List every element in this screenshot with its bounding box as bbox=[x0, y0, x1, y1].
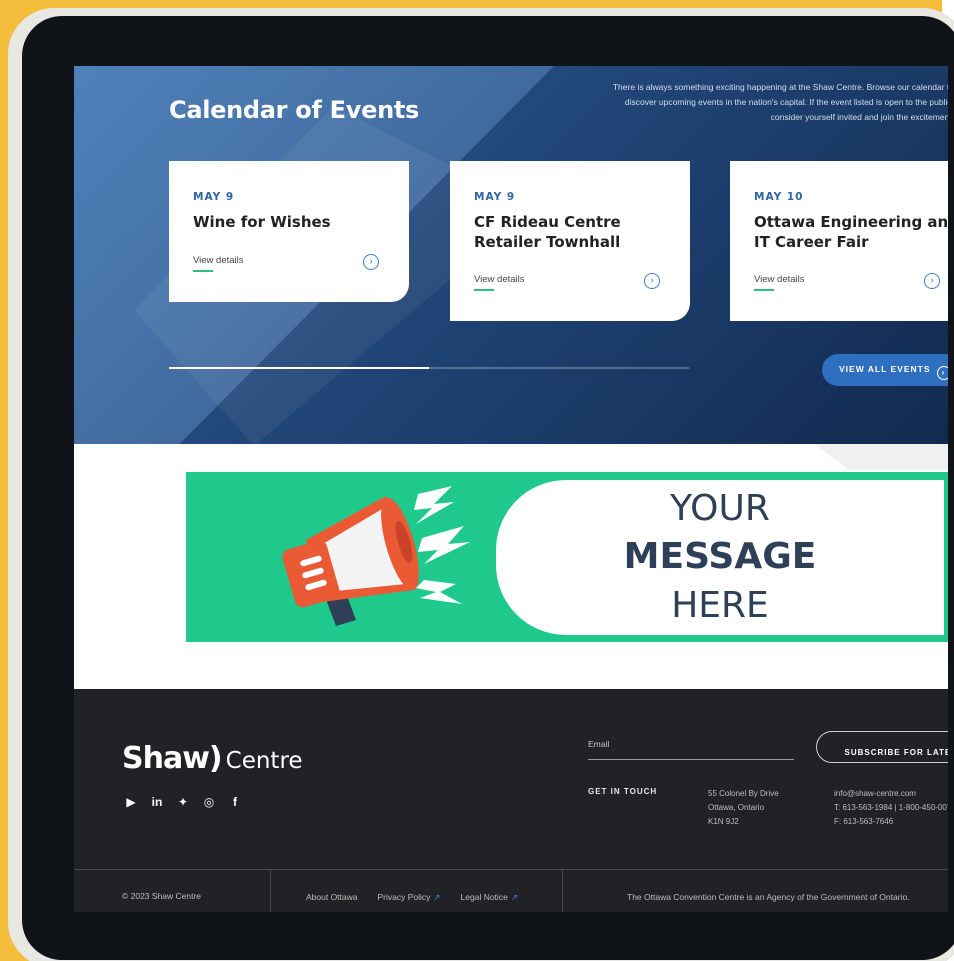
event-date: MAY 9 bbox=[193, 191, 235, 203]
contact-fax: F: 613-563-7646 bbox=[834, 817, 894, 826]
logo-wordmark: Shaw) bbox=[122, 741, 223, 776]
logo-subtitle: Centre bbox=[225, 748, 303, 774]
carousel-progress-fill bbox=[169, 367, 429, 369]
event-card[interactable]: MAY 10 Ottawa Engineering and IT Career … bbox=[730, 161, 948, 321]
ad-section: YOUR MESSAGE HERE bbox=[74, 444, 948, 689]
linkedin-icon[interactable]: in bbox=[150, 795, 164, 809]
email-input[interactable] bbox=[588, 759, 794, 760]
address-block: 55 Colonel By Drive Ottawa, Ontario K1N … bbox=[708, 787, 779, 829]
get-in-touch-heading: GET IN TOUCH bbox=[588, 787, 658, 796]
event-name: Wine for Wishes bbox=[193, 213, 331, 231]
twitter-icon[interactable]: ✦ bbox=[176, 795, 190, 809]
ad-text-line: HERE bbox=[671, 585, 769, 626]
arrow-right-circle-icon[interactable]: › bbox=[924, 273, 940, 289]
event-name: CF Rideau Centre Retailer Townhall bbox=[474, 213, 621, 251]
ad-banner[interactable]: YOUR MESSAGE HERE bbox=[186, 472, 948, 642]
view-details-link[interactable]: View details bbox=[193, 255, 244, 272]
copyright-text: © 2023 Shaw Centre bbox=[122, 891, 202, 901]
footer-divider bbox=[74, 869, 948, 870]
view-all-events-label: VIEW ALL EVENTS bbox=[839, 364, 931, 374]
view-all-events-button[interactable]: VIEW ALL EVENTS › bbox=[822, 354, 948, 386]
footer-divider bbox=[270, 869, 271, 912]
external-link-icon: ↗ bbox=[510, 892, 518, 902]
email-field-label[interactable]: Email bbox=[588, 739, 609, 749]
tablet-screen: Calendar of Events There is always somet… bbox=[74, 66, 948, 912]
event-date: MAY 9 bbox=[474, 191, 516, 203]
event-card[interactable]: MAY 9 CF Rideau Centre Retailer Townhall… bbox=[450, 161, 690, 321]
view-details-link[interactable]: View details bbox=[474, 274, 525, 291]
legal-notice-label: Legal Notice bbox=[460, 892, 508, 902]
address-line: 55 Colonel By Drive bbox=[708, 789, 779, 798]
arrow-right-circle-icon[interactable]: › bbox=[644, 273, 660, 289]
events-section: Calendar of Events There is always somet… bbox=[74, 66, 948, 444]
arrow-right-circle-icon[interactable]: › bbox=[363, 254, 379, 270]
ad-text-line: MESSAGE bbox=[623, 536, 817, 577]
arrow-right-circle-icon: › bbox=[936, 366, 948, 380]
event-card[interactable]: MAY 9 Wine for Wishes View details › bbox=[169, 161, 409, 302]
privacy-policy-label: Privacy Policy bbox=[377, 892, 431, 902]
site-footer: Shaw) Centre ▶ in ✦ ◎ f Email SUBSCRIBE F… bbox=[74, 689, 948, 912]
footer-divider bbox=[562, 869, 563, 912]
events-heading: Calendar of Events bbox=[169, 96, 420, 124]
facebook-icon[interactable]: f bbox=[228, 795, 242, 809]
message-bubble: YOUR MESSAGE HERE bbox=[496, 480, 944, 635]
contact-block: info@shaw-centre.com T: 613-563-1984 | 1… bbox=[834, 787, 948, 829]
shaw-centre-logo[interactable]: Shaw) Centre bbox=[122, 741, 303, 776]
about-ottawa-link[interactable]: About Ottawa bbox=[306, 892, 358, 903]
megaphone-icon bbox=[282, 486, 470, 626]
youtube-icon[interactable]: ▶ bbox=[124, 795, 138, 809]
external-link-icon: ↗ bbox=[433, 892, 441, 902]
social-links: ▶ in ✦ ◎ f bbox=[124, 795, 242, 809]
agency-notice: The Ottawa Convention Centre is an Agenc… bbox=[627, 892, 910, 902]
events-intro-text: There is always something exciting happe… bbox=[612, 82, 948, 122]
decorative-shape bbox=[814, 444, 948, 470]
contact-phone[interactable]: T: 613-563-1984 | 1-800-450-0077 bbox=[834, 801, 948, 815]
carousel-progress-bar[interactable] bbox=[169, 367, 689, 369]
view-details-link[interactable]: View details bbox=[754, 274, 805, 291]
event-date: MAY 10 bbox=[754, 191, 804, 203]
ad-text-line: YOUR bbox=[670, 488, 770, 529]
legal-notice-link[interactable]: Legal Notice ↗ bbox=[461, 892, 518, 903]
footer-links: About Ottawa Privacy Policy ↗ Legal Notic… bbox=[306, 892, 518, 903]
subscribe-button[interactable]: SUBSCRIBE FOR LATEST bbox=[816, 731, 948, 763]
address-line: K1N 9J2 bbox=[708, 817, 739, 826]
privacy-policy-link[interactable]: Privacy Policy ↗ bbox=[378, 892, 441, 903]
event-name: Ottawa Engineering and IT Career Fair bbox=[754, 213, 948, 251]
instagram-icon[interactable]: ◎ bbox=[202, 795, 216, 809]
address-line: Ottawa, Ontario bbox=[708, 803, 765, 812]
contact-email-link[interactable]: info@shaw-centre.com bbox=[834, 787, 948, 801]
